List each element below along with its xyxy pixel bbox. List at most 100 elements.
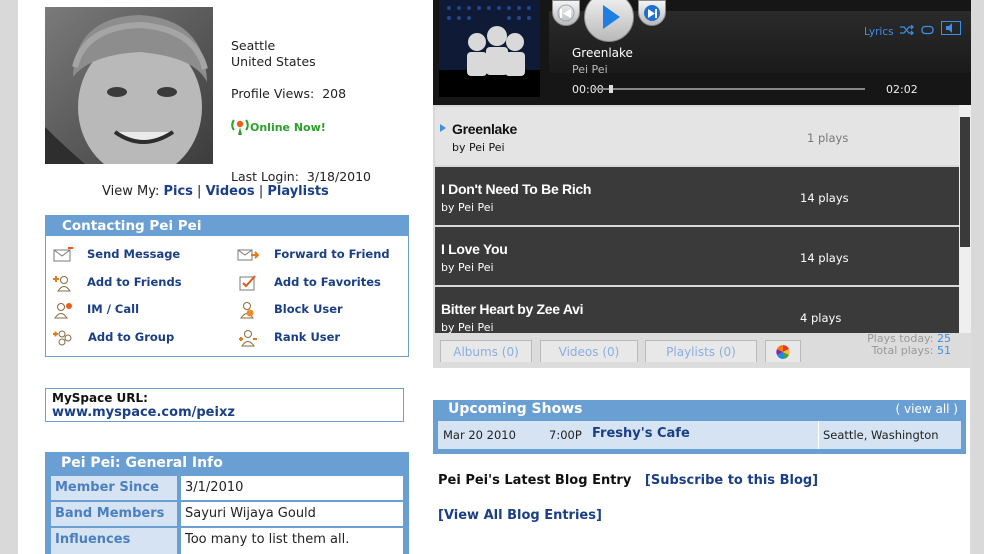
view-videos-link[interactable]: Videos — [206, 184, 255, 199]
scrollbar-thumb[interactable] — [960, 117, 970, 247]
play-button[interactable] — [584, 0, 634, 42]
block-user-icon — [240, 302, 254, 319]
profile-page: Seattle United States Profile Views: 208… — [18, 0, 971, 554]
shuffle-icon[interactable] — [899, 24, 915, 36]
next-icon — [644, 5, 660, 21]
previous-icon — [557, 4, 575, 22]
myspace-url-label: MySpace URL: — [52, 391, 148, 405]
play-stats: Plays today: 25 Total plays: 51 — [867, 333, 951, 357]
general-info-value: Sayuri Wijaya Gould — [181, 502, 403, 526]
song-plays: 4 plays — [800, 311, 842, 325]
song-title: Bitter Heart by Zee Avi — [441, 301, 584, 317]
view-all-blog-row: [View All Blog Entries] — [438, 508, 602, 523]
view-all-blog-link[interactable]: [View All Blog Entries] — [438, 508, 602, 523]
play-icon — [603, 5, 620, 29]
im-call-link[interactable]: IM / Call — [87, 302, 139, 316]
profile-country: United States — [231, 54, 316, 69]
view-my-label: View My: — [102, 184, 160, 199]
general-info-value: 3/1/2010 — [181, 476, 403, 500]
upcoming-shows-box: Upcoming Shows ( view all ) Mar 20 2010 … — [433, 400, 966, 454]
blog-heading: Pei Pei's Latest Blog Entry — [438, 473, 632, 488]
lyrics-link[interactable]: Lyrics — [864, 26, 894, 38]
add-to-friends-icon — [53, 276, 71, 292]
album-art — [439, 0, 540, 97]
song-row[interactable]: I Love You by Pei Pei 14 plays — [435, 227, 959, 285]
show-divider — [818, 421, 819, 449]
show-venue-link[interactable]: Freshy's Cafe — [592, 426, 690, 441]
show-location: Seattle, Washington — [823, 428, 939, 442]
rank-user-link[interactable]: Rank User — [274, 330, 340, 344]
show-time: 7:00P — [549, 428, 582, 442]
song-title: I Love You — [441, 241, 508, 257]
profile-views: Profile Views: 208 — [231, 86, 346, 101]
tab-playlists[interactable]: Playlists (0) — [645, 340, 757, 362]
online-now-text: Online Now! — [250, 121, 326, 134]
song-row[interactable]: Bitter Heart by Zee Avi by Pei Pei 4 pla… — [435, 287, 959, 334]
add-to-friends-link[interactable]: Add to Friends — [87, 275, 182, 289]
song-title: I Don't Need To Be Rich — [441, 181, 592, 197]
song-title: Greenlake — [452, 121, 518, 137]
send-message-icon — [53, 247, 73, 262]
im-call-icon — [54, 303, 72, 319]
myspace-url-link[interactable]: www.myspace.com/peixz — [52, 405, 397, 420]
song-row[interactable]: I Don't Need To Be Rich by Pei Pei 14 pl… — [435, 167, 959, 225]
tab-videos[interactable]: Videos (0) — [540, 340, 638, 362]
player-header: Lyrics Greenlake Pei Pei 00:00 02:02 — [433, 0, 971, 105]
song-list-scrollbar[interactable] — [959, 105, 971, 333]
blog-heading-row: Pei Pei's Latest Blog Entry [Subscribe t… — [438, 473, 818, 488]
general-info-title: Pei Pei: General Info — [45, 452, 409, 474]
shows-view-all-link[interactable]: ( view all ) — [896, 402, 958, 416]
view-sep-1: | — [197, 184, 202, 199]
add-to-favorites-icon — [239, 275, 256, 291]
song-artist: by Pei Pei — [441, 201, 494, 214]
block-user-link[interactable]: Block User — [274, 302, 343, 316]
song-row[interactable]: Greenlake by Pei Pei 1 plays — [435, 107, 959, 165]
view-my-links: View My: Pics | Videos | Playlists — [102, 184, 329, 199]
view-playlists-link[interactable]: Playlists — [267, 184, 328, 199]
progress-track[interactable] — [593, 88, 865, 90]
total-plays-label: Total plays: — [871, 344, 934, 357]
contacting-title: Contacting Pei Pei — [46, 216, 408, 236]
volume-icon[interactable] — [940, 21, 961, 35]
last-login: Last Login: 3/18/2010 — [231, 169, 371, 184]
general-info-row: Band Members Sayuri Wijaya Gould — [51, 502, 403, 526]
song-plays: 14 plays — [800, 191, 849, 205]
general-info-value: Too many to list them all. — [181, 528, 403, 554]
time-total: 02:02 — [886, 83, 918, 96]
now-playing-artist: Pei Pei — [572, 63, 608, 76]
view-pics-link[interactable]: Pics — [163, 184, 192, 199]
previous-button[interactable] — [552, 0, 580, 26]
song-artist: by Pei Pei — [441, 261, 494, 274]
playing-indicator-icon — [440, 124, 446, 132]
progress-handle[interactable] — [609, 85, 613, 93]
forward-to-friend-link[interactable]: Forward to Friend — [274, 247, 390, 261]
now-playing-title: Greenlake — [572, 46, 633, 60]
next-button[interactable] — [638, 0, 666, 26]
general-info-key: Band Members — [51, 502, 177, 526]
send-message-link[interactable]: Send Message — [87, 247, 180, 261]
music-player: Lyrics Greenlake Pei Pei 00:00 02:02 Gre… — [433, 0, 971, 368]
profile-photo[interactable] — [45, 7, 213, 164]
total-plays-value: 51 — [937, 344, 951, 357]
show-date: Mar 20 2010 — [443, 428, 516, 442]
profile-photo-image — [45, 7, 213, 164]
myspace-url-box: MySpace URL: www.myspace.com/peixz — [45, 388, 404, 422]
general-info-key: Influences — [51, 528, 177, 554]
tab-albums[interactable]: Albums (0) — [440, 340, 532, 362]
profile-views-value: 208 — [322, 86, 347, 101]
song-plays: 1 plays — [807, 131, 849, 145]
profile-city: Seattle — [231, 38, 276, 53]
song-artist: by Pei Pei — [452, 141, 505, 154]
repeat-icon[interactable] — [920, 25, 936, 35]
general-info-row: Influences Too many to list them all. — [51, 528, 403, 554]
rank-user-icon — [239, 330, 257, 347]
add-to-group-link[interactable]: Add to Group — [88, 330, 174, 344]
tab-color[interactable] — [765, 340, 801, 362]
general-info-box: Pei Pei: General Info Member Since 3/1/2… — [45, 452, 409, 554]
subscribe-blog-link[interactable]: [Subscribe to this Blog] — [645, 473, 818, 488]
add-to-favorites-link[interactable]: Add to Favorites — [274, 275, 381, 289]
online-icon — [231, 118, 249, 135]
upcoming-shows-title: Upcoming Shows — [448, 401, 583, 417]
player-tabs: Albums (0) Videos (0) Playlists (0) Play… — [433, 333, 971, 368]
color-wheel-icon — [776, 345, 790, 359]
